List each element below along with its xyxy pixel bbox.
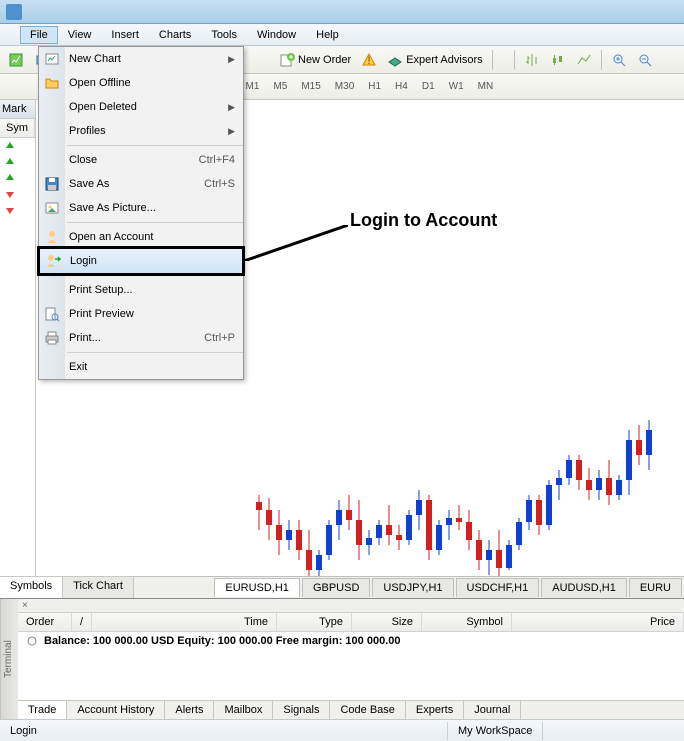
tab-experts[interactable]: Experts	[406, 701, 464, 719]
menu-item-login[interactable]: Login	[37, 246, 245, 276]
chart-icon	[44, 51, 60, 67]
menu-item-open-deleted[interactable]: Open Deleted▶	[39, 95, 243, 119]
user-icon	[44, 229, 60, 245]
tf-mn[interactable]: MN	[472, 78, 500, 95]
status-login: Login	[0, 722, 448, 740]
folder-icon	[44, 75, 60, 91]
submenu-arrow-icon: ▶	[228, 126, 235, 137]
submenu-arrow-icon: ▶	[228, 102, 235, 113]
menubar: File View Insert Charts Tools Window Hel…	[0, 24, 684, 46]
col-time[interactable]: Time	[92, 613, 277, 631]
col-sort[interactable]: /	[72, 613, 92, 631]
menu-item-print-[interactable]: Print...Ctrl+P	[39, 326, 243, 350]
tb-newchart-button[interactable]	[4, 50, 28, 70]
col-symbol[interactable]: Symbol	[422, 613, 512, 631]
col-type[interactable]: Type	[277, 613, 352, 631]
chart-tab[interactable]: AUDUSD,H1	[541, 578, 627, 597]
warning-icon[interactable]: !	[357, 50, 381, 70]
status-workspace: My WorkSpace	[448, 722, 543, 740]
market-watch-title: Mark	[0, 100, 35, 119]
up-arrow-icon	[4, 172, 16, 184]
chart-tab[interactable]: USDJPY,H1	[372, 578, 453, 597]
disk-icon	[44, 176, 60, 192]
tf-m30[interactable]: M30	[329, 78, 360, 95]
tf-m5[interactable]: M5	[267, 78, 293, 95]
tf-h1[interactable]: H1	[362, 78, 387, 95]
up-arrow-icon	[4, 156, 16, 168]
tab-trade[interactable]: Trade	[18, 700, 67, 719]
annotation-label: Login to Account	[350, 210, 497, 231]
chart-tab[interactable]: EURUSD,H1	[214, 578, 300, 597]
terminal-side-label: Terminal	[0, 599, 18, 719]
app-icon	[6, 4, 22, 20]
zoom-in-icon[interactable]	[607, 50, 631, 70]
close-icon[interactable]: ×	[22, 600, 28, 611]
tab-tick-chart[interactable]: Tick Chart	[63, 576, 134, 598]
menu-item-print-preview[interactable]: Print Preview	[39, 302, 243, 326]
order-icon	[279, 52, 295, 68]
col-price[interactable]: Price	[512, 613, 684, 631]
menu-item-close[interactable]: CloseCtrl+F4	[39, 148, 243, 172]
annotation-arrow	[244, 225, 348, 261]
tab-account-history[interactable]: Account History	[67, 701, 165, 719]
expert-advisors-button[interactable]: Expert Advisors	[383, 50, 486, 70]
submenu-arrow-icon: ▶	[228, 54, 235, 65]
tab-alerts[interactable]: Alerts	[165, 701, 214, 719]
down-arrow-icon	[4, 188, 16, 200]
menu-item-new-chart[interactable]: New Chart▶	[39, 47, 243, 71]
tab-journal[interactable]: Journal	[464, 701, 521, 719]
menu-charts[interactable]: Charts	[149, 26, 201, 44]
terminal-panel: Terminal × Order / Time Type Size Symbol…	[0, 598, 684, 719]
menu-window[interactable]: Window	[247, 26, 306, 44]
tf-h4[interactable]: H4	[389, 78, 414, 95]
balance-row: Balance: 100 000.00 USD Equity: 100 000.…	[18, 632, 684, 650]
bars-icon[interactable]	[520, 50, 544, 70]
zoom-out-icon[interactable]	[633, 50, 657, 70]
tf-m15[interactable]: M15	[295, 78, 326, 95]
chart-tab[interactable]: GBPUSD	[302, 578, 370, 597]
col-size[interactable]: Size	[352, 613, 422, 631]
tab-code-base[interactable]: Code Base	[330, 701, 405, 719]
col-order[interactable]: Order	[18, 613, 72, 631]
statusbar: Login My WorkSpace	[0, 719, 684, 741]
candles-icon[interactable]	[546, 50, 570, 70]
menu-item-open-offline[interactable]: Open Offline	[39, 71, 243, 95]
titlebar	[0, 0, 684, 24]
tab-symbols[interactable]: Symbols	[0, 576, 63, 598]
tf-d1[interactable]: D1	[416, 78, 441, 95]
tab-mailbox[interactable]: Mailbox	[214, 701, 273, 719]
menu-item-print-setup-[interactable]: Print Setup...	[39, 278, 243, 302]
menu-item-save-as[interactable]: Save AsCtrl+S	[39, 172, 243, 196]
pic-icon	[44, 200, 60, 216]
chart-tab[interactable]: EURU	[629, 578, 682, 597]
terminal-tabs: Trade Account History Alerts Mailbox Sig…	[18, 700, 684, 719]
preview-icon	[44, 306, 60, 322]
chart-tab[interactable]: USDCHF,H1	[456, 578, 540, 597]
svg-text:!: !	[368, 55, 371, 67]
new-order-button[interactable]: New Order	[275, 50, 355, 70]
up-arrow-icon	[4, 140, 16, 152]
hat-icon	[387, 52, 403, 68]
menu-view[interactable]: View	[58, 26, 102, 44]
menu-tools[interactable]: Tools	[201, 26, 247, 44]
menu-item-exit[interactable]: Exit	[39, 355, 243, 379]
userlogin-icon	[45, 253, 61, 269]
file-menu-dropdown: New Chart▶Open OfflineOpen Deleted▶Profi…	[38, 46, 244, 380]
line-icon[interactable]	[572, 50, 596, 70]
dot-icon	[26, 635, 38, 647]
menu-insert[interactable]: Insert	[101, 26, 149, 44]
menu-item-save-as-picture-[interactable]: Save As Picture...	[39, 196, 243, 220]
tf-w1[interactable]: W1	[443, 78, 470, 95]
menu-item-profiles[interactable]: Profiles▶	[39, 119, 243, 143]
down-arrow-icon	[4, 204, 16, 216]
menu-file[interactable]: File	[20, 26, 58, 44]
menu-help[interactable]: Help	[306, 26, 349, 44]
print-icon	[44, 330, 60, 346]
tab-signals[interactable]: Signals	[273, 701, 330, 719]
col-symbol[interactable]: Sym	[0, 119, 35, 137]
